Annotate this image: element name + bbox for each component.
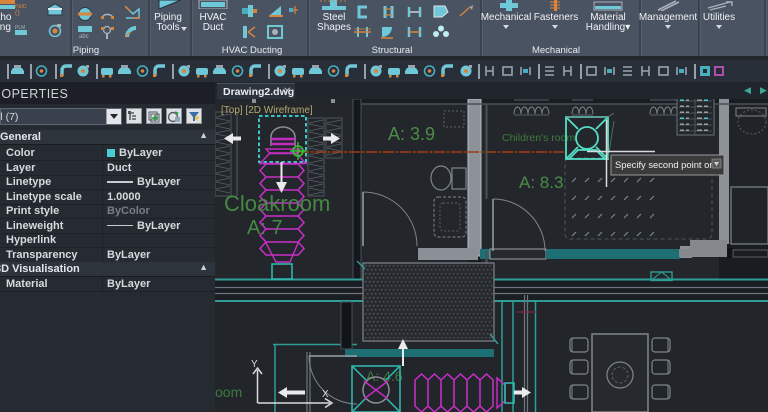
svg-text:A: 8.3: A: 8.3 xyxy=(519,173,563,192)
svg-text:oom: oom xyxy=(215,384,242,400)
svg-text:A: 3.9: A: 3.9 xyxy=(388,124,435,144)
svg-text:abc: abc xyxy=(79,34,89,39)
svg-text:Specify second point or: Specify second point or xyxy=(615,159,712,170)
svg-text:(): () xyxy=(15,10,20,16)
svg-text:[Top] [2D Wireframe]: [Top] [2D Wireframe] xyxy=(221,105,313,116)
svg-text:Cloakroom: Cloakroom xyxy=(224,191,330,216)
svg-text:Y: Y xyxy=(251,359,258,370)
svg-text:X: X xyxy=(322,389,329,400)
svg-text:A: 4.6: A: 4.6 xyxy=(366,368,403,384)
svg-text:Children's room: Children's room xyxy=(502,132,575,144)
svg-text:A: 7: A: 7 xyxy=(247,217,283,239)
